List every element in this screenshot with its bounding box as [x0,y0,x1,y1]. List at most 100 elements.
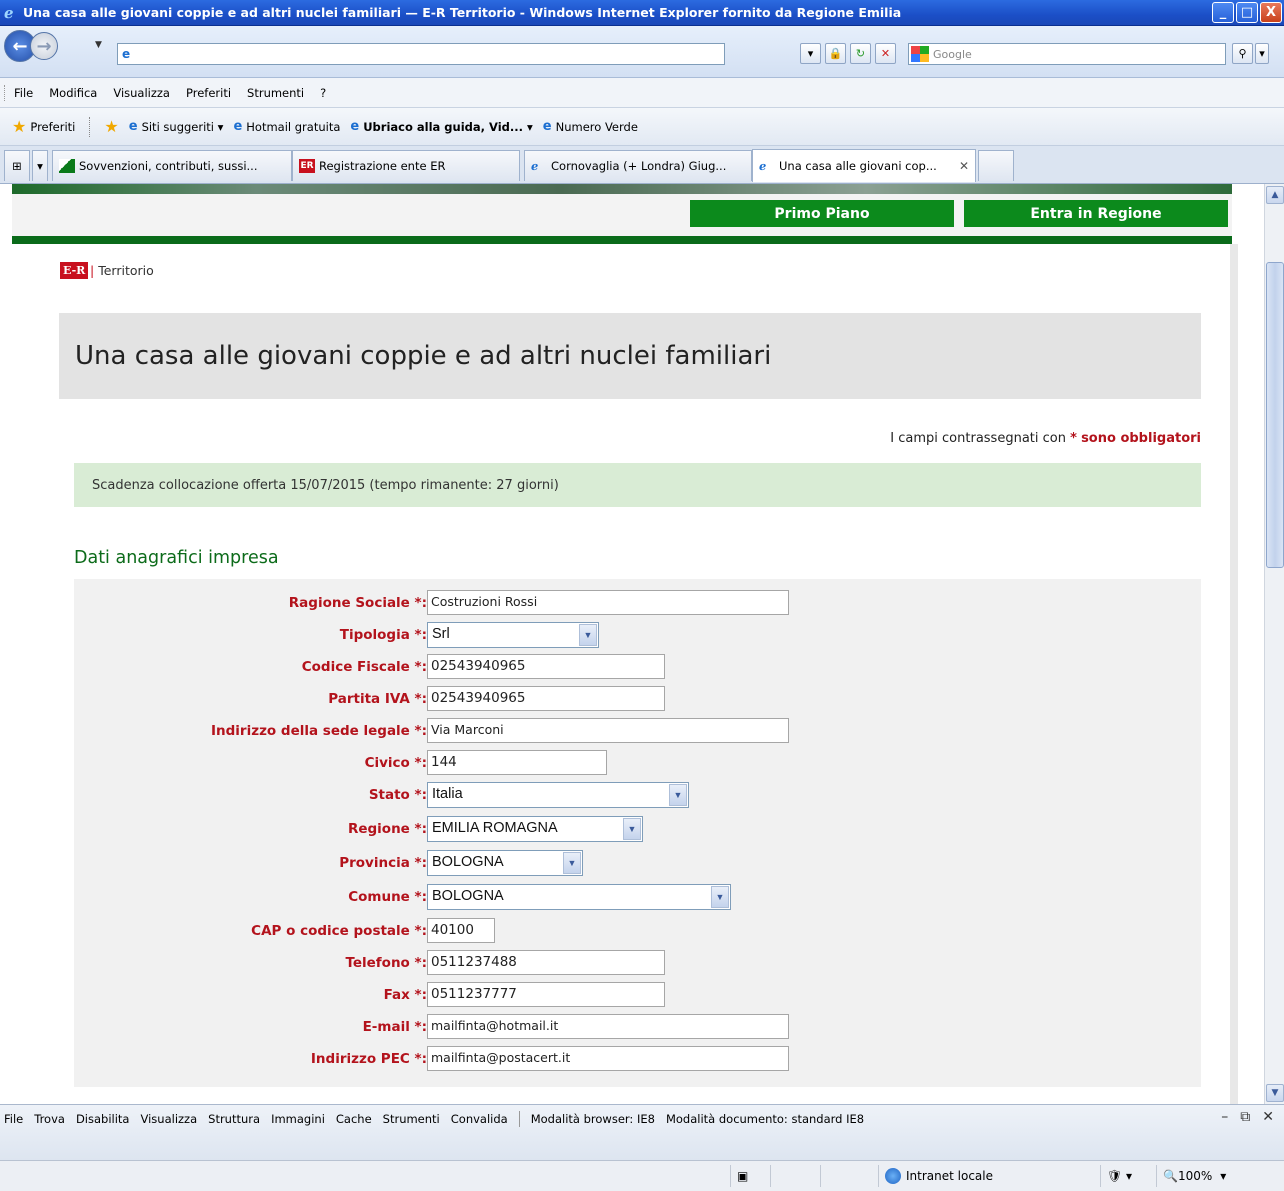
provincia-select[interactable]: BOLOGNA ▼ [427,850,583,876]
dev-menu-convalida[interactable]: Convalida [451,1112,508,1126]
maximize-button[interactable]: □ [1236,2,1258,23]
dev-minimize-icon[interactable]: – [1221,1109,1228,1125]
ie-page-icon: e [350,119,360,134]
security-zone[interactable]: Intranet locale [878,1165,1094,1187]
ie-page-icon: e [128,119,138,134]
form-row: Fax *: 0511237777 [74,981,1201,1009]
address-bar[interactable]: e [117,43,725,65]
menu-file[interactable]: File [14,86,33,100]
pec-field[interactable]: mailfinta@postacert.it [427,1046,789,1071]
dev-menu-cache[interactable]: Cache [336,1112,372,1126]
dev-undock-icon[interactable]: ⧉ [1240,1109,1250,1125]
menu-preferiti[interactable]: Preferiti [186,86,231,100]
dev-menu-immagini[interactable]: Immagini [271,1112,325,1126]
regione-select[interactable]: EMILIA ROMAGNA ▼ [427,816,643,842]
window-title-bar: ℯ Una casa alle giovani coppie e ad altr… [0,0,1284,26]
stato-select[interactable]: Italia ▼ [427,782,689,808]
nav-primo-piano[interactable]: Primo Piano [690,200,954,227]
field-label: E-mail *: [362,1019,427,1035]
stop-button[interactable]: ✕ [875,43,896,64]
close-tab-icon[interactable]: ✕ [959,159,969,173]
history-dropdown-icon[interactable]: ▼ [95,40,102,50]
menu-help[interactable]: ? [320,86,326,100]
nav-entra-in-regione[interactable]: Entra in Regione [964,200,1228,227]
search-button[interactable]: ⚲ [1232,43,1253,64]
form-row: Telefono *: 0511237488 [74,949,1201,977]
section-heading: Dati anagrafici impresa [74,548,279,568]
codice-fiscale-field[interactable]: 02543940965 [427,654,665,679]
dev-menu-visualizza[interactable]: Visualizza [140,1112,197,1126]
dev-menu-strumenti[interactable]: Strumenti [383,1112,440,1126]
dev-menu-struttura[interactable]: Struttura [208,1112,260,1126]
lock-icon[interactable]: 🔒 [825,43,846,64]
form-row: Civico *: 144 [74,749,1201,777]
fax-field[interactable]: 0511237777 [427,982,665,1007]
forward-button[interactable]: → [30,32,58,60]
breadcrumb: | Territorio [90,263,154,278]
form-row: Indirizzo della sede legale *: Via Marco… [74,717,1201,745]
ie-page-icon: ℯ [531,159,539,173]
dev-close-icon[interactable]: ✕ [1262,1109,1274,1125]
partita-iva-field[interactable]: 02543940965 [427,686,665,711]
search-options-button[interactable]: ▾ [1255,43,1269,64]
tab-list-button[interactable]: ▾ [32,150,48,181]
indirizzo-field[interactable]: Via Marconi [427,718,789,743]
fav-hotmail[interactable]: e Hotmail gratuita [233,119,340,134]
new-tab-button[interactable] [978,150,1014,181]
document-mode-menu[interactable]: Modalità documento: standard IE8 [666,1112,864,1126]
browser-mode-menu[interactable]: Modalità browser: IE8 [531,1112,655,1126]
dev-menu-file[interactable]: File [4,1112,23,1126]
er-logo[interactable]: E-R [60,262,89,279]
ie-page-icon: ℯ [759,159,767,173]
chevron-down-icon: ▾ [1220,1169,1227,1183]
favorites-button[interactable]: ★ Preferiti [12,117,75,136]
breadcrumb-territorio[interactable]: Territorio [98,263,154,278]
chevron-down-icon[interactable]: ▼ [563,852,581,874]
ragione-sociale-field[interactable]: Costruzioni Rossi [427,590,789,615]
menu-visualizza[interactable]: Visualizza [113,86,170,100]
company-form: Ragione Sociale *: Costruzioni Rossi Tip… [74,579,1201,1087]
tipologia-select[interactable]: Srl ▼ [427,622,599,648]
tab-una-casa[interactable]: ℯ Una casa alle giovani cop... ✕ [752,149,976,182]
google-icon [911,46,929,62]
scroll-up-button[interactable]: ▲ [1266,186,1284,204]
site-icon [59,159,75,173]
quick-tabs-button[interactable]: ⊞ [4,150,30,181]
field-label: Civico *: [364,755,427,771]
scroll-down-button[interactable]: ▼ [1266,1084,1284,1102]
menu-modifica[interactable]: Modifica [49,86,97,100]
dev-menu-disabilita[interactable]: Disabilita [76,1112,130,1126]
minimize-button[interactable]: _ [1212,2,1234,23]
close-button[interactable]: X [1260,2,1282,23]
tab-registrazione[interactable]: ER Registrazione ente ER [292,150,520,181]
developer-tools-bar: File Trova Disabilita Visualizza Struttu… [0,1104,1284,1160]
add-favorite-icon[interactable]: ★ [104,117,118,136]
fav-siti-suggeriti[interactable]: e Siti suggeriti ▾ [129,119,224,134]
address-dropdown-button[interactable]: ▾ [800,43,821,64]
comune-select[interactable]: BOLOGNA ▼ [427,884,731,910]
chevron-down-icon[interactable]: ▼ [623,818,641,840]
zoom-control[interactable]: 🔍 100% ▾ [1156,1165,1256,1187]
chevron-down-icon[interactable]: ▼ [579,624,597,646]
chevron-down-icon[interactable]: ▼ [669,784,687,806]
scroll-thumb[interactable] [1266,262,1284,568]
telefono-field[interactable]: 0511237488 [427,950,665,975]
page-status-icon: ▣ [730,1165,770,1187]
tab-sovvenzioni[interactable]: Sovvenzioni, contributi, sussi... [52,150,292,181]
fav-ubriaco[interactable]: e Ubriaco alla guida, Vid... ▾ [350,119,532,134]
protected-mode-icon[interactable]: 🛡 ▾ [1100,1165,1150,1187]
search-input[interactable]: Google [908,43,1226,65]
menu-strumenti[interactable]: Strumenti [247,86,304,100]
civico-field[interactable]: 144 [427,750,607,775]
email-field[interactable]: mailfinta@hotmail.it [427,1014,789,1039]
dev-menu-trova[interactable]: Trova [34,1112,65,1126]
cap-field[interactable]: 40100 [427,918,495,943]
fav-numero-verde[interactable]: e Numero Verde [543,119,638,134]
tab-cornovaglia[interactable]: ℯ Cornovaglia (+ Londra) Giug... [524,150,752,181]
chevron-down-icon[interactable]: ▼ [711,886,729,908]
tab-strip: ⊞ ▾ Sovvenzioni, contributi, sussi... ER… [0,146,1284,184]
refresh-button[interactable]: ↻ [850,43,871,64]
vertical-scrollbar[interactable]: ▲ ▼ [1264,184,1284,1104]
ie-page-icon: e [542,119,552,134]
field-label: Tipologia *: [339,627,427,643]
